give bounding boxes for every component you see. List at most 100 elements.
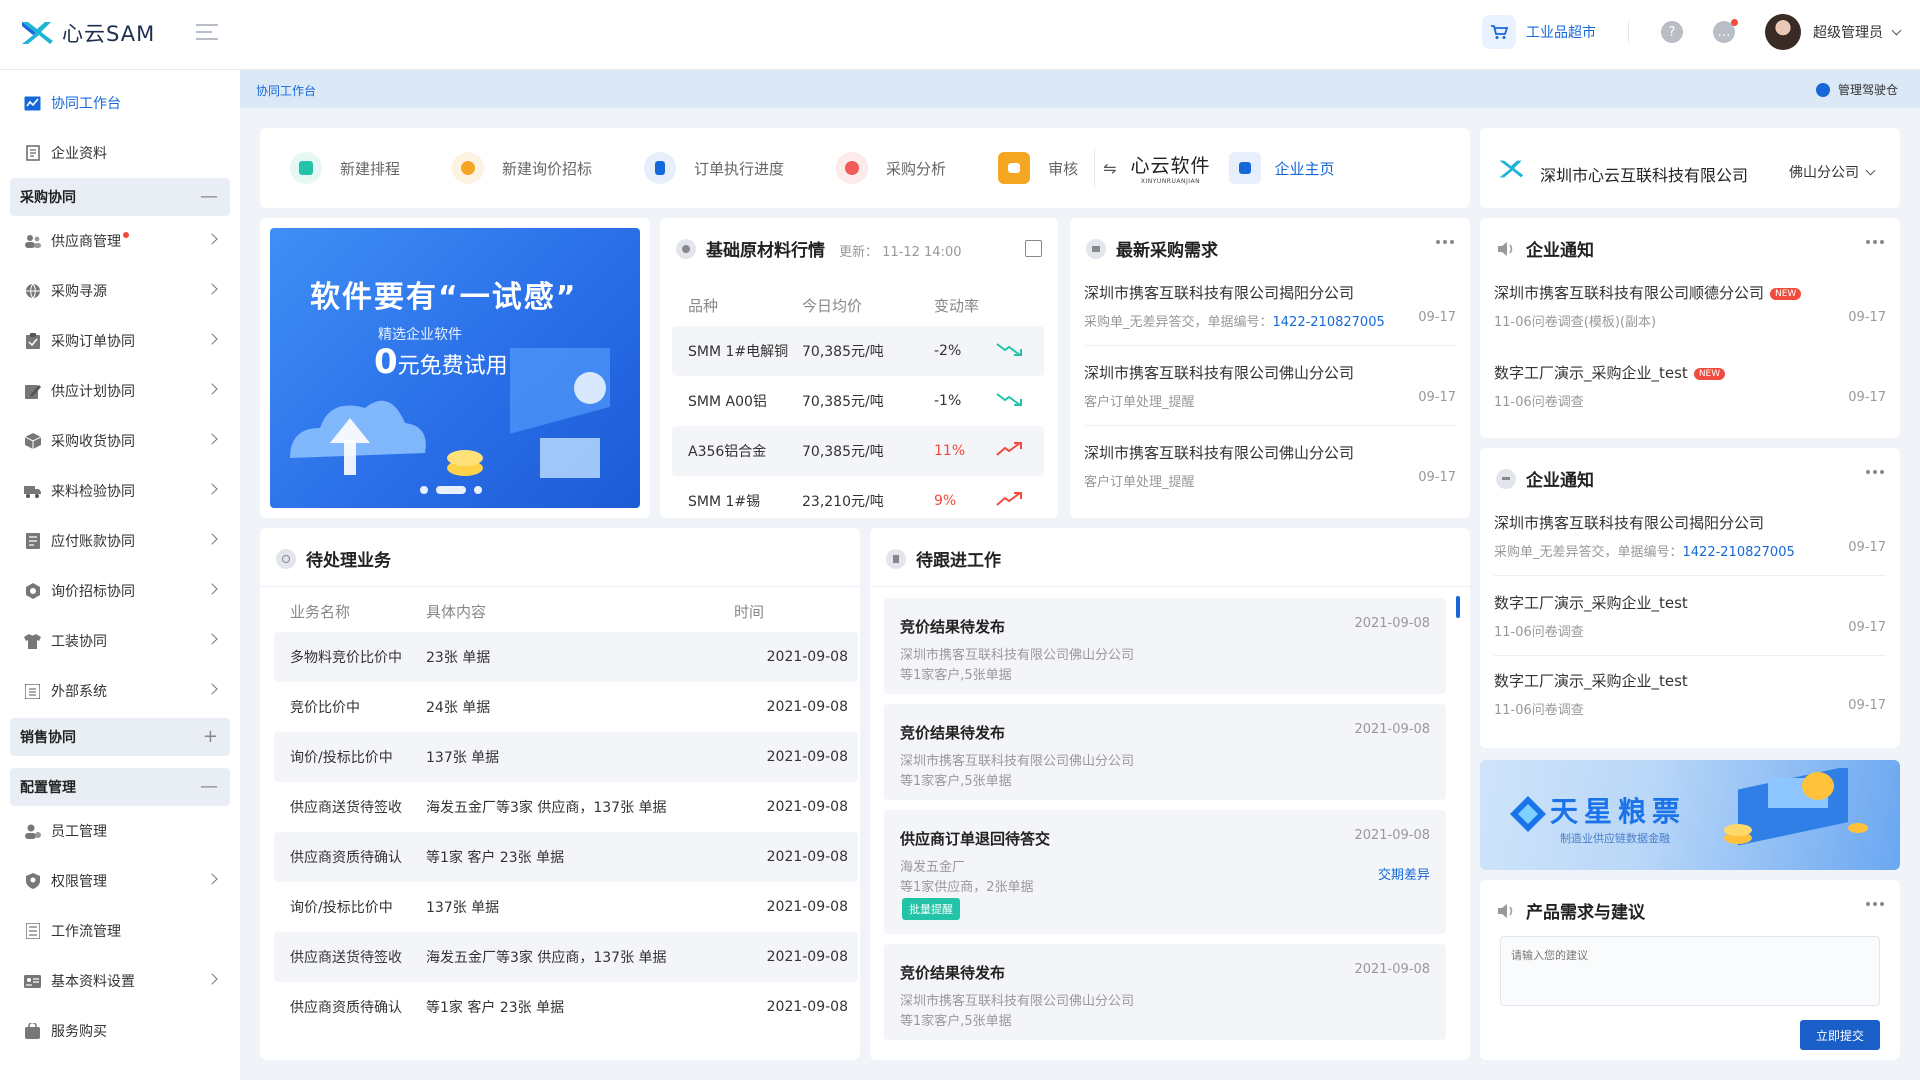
table-row[interactable]: 供应商资质待确认 等1家 客户 23张 单据 2021-09-08 — [274, 832, 858, 882]
sidebar-item-payables[interactable]: 应付账款协同 — [0, 516, 240, 566]
collapse-icon[interactable]: — — [200, 778, 218, 796]
quick-action-new-schedule[interactable]: 新建排程 — [290, 152, 400, 184]
avatar[interactable] — [1765, 14, 1801, 50]
edit-icon[interactable] — [1025, 240, 1042, 257]
sidebar-group-sales[interactable]: 销售协同 + — [10, 718, 230, 756]
more-icon[interactable] — [1863, 902, 1884, 906]
table-row[interactable]: 询价/投标比价中 137张 单据 2021-09-08 — [274, 732, 858, 782]
sidebar-item-supplier-management[interactable]: 供应商管理 — [0, 216, 240, 266]
menu-toggle-icon[interactable] — [196, 24, 218, 44]
collapse-icon[interactable]: — — [200, 188, 218, 206]
sidebar-item-service-purchase[interactable]: 服务购买 — [0, 1006, 240, 1056]
sidebar-item-employees[interactable]: 员工管理 — [0, 806, 240, 856]
more-icon[interactable] — [1863, 470, 1884, 474]
swap-icon[interactable]: ⇋ — [1103, 159, 1116, 178]
sidebar-item-workbench[interactable]: 协同工作台 — [0, 78, 240, 128]
notice-item-sub: 11-06问卷调查 — [1494, 395, 1584, 410]
promo-banner[interactable]: 软件要有“一试感” 精选企业软件 0元免费试用 — [270, 228, 640, 508]
building-icon — [1228, 152, 1261, 184]
list-item[interactable]: 深圳市携客互联科技有限公司揭阳分公司 采购单_无差异答交，单据编号：1422-21… — [1084, 266, 1456, 346]
table-row[interactable]: SMM 1#锡 23,210元/吨 9% — [672, 476, 1044, 526]
help-icon[interactable]: ? — [1661, 21, 1683, 43]
list-item[interactable]: 数字工厂演示_采购企业_test 11-06问卷调查 09-17 — [1494, 654, 1886, 734]
sidebar-item-permissions[interactable]: 权限管理 — [0, 856, 240, 906]
submit-button[interactable]: 立即提交 — [1800, 1020, 1880, 1050]
list-item[interactable]: 深圳市携客互联科技有限公司顺德分公司 NEW 11-06问卷调查(模板)(副本) 09… — [1494, 266, 1886, 346]
need-doc-link[interactable]: 1422-210827005 — [1273, 315, 1385, 330]
trend-up-icon — [996, 441, 1044, 461]
scrollbar[interactable] — [1456, 596, 1460, 618]
sidebar-item-basic-data[interactable]: 基本资料设置 — [0, 956, 240, 1006]
message-icon[interactable]: … — [1713, 19, 1738, 43]
table-row[interactable]: 竞价比价中 24张 单据 2021-09-08 — [274, 682, 858, 732]
sidebar-item-tooling[interactable]: 工装协同 — [0, 616, 240, 666]
list-item[interactable]: 深圳市携客互联科技有限公司揭阳分公司 采购单_无差异答交，单据编号：1422-21… — [1494, 496, 1886, 576]
expand-icon[interactable]: + — [203, 728, 218, 746]
table-row[interactable]: SMM A00铝 70,385元/吨 -1% — [672, 376, 1044, 426]
list-item[interactable]: 竞价结果待发布 2021-09-08 深圳市携客互联科技有限公司佛山分公司 等1家客户… — [884, 704, 1446, 800]
sidebar-item-company-profile[interactable]: 企业资料 — [0, 128, 240, 178]
company-homepage-link[interactable]: 企业主页 — [1228, 152, 1335, 184]
sidebar-item-workflow[interactable]: 工作流管理 — [0, 906, 240, 956]
business-content: 等1家 客户 23张 单据 — [426, 1000, 565, 1016]
suggestion-input[interactable] — [1500, 936, 1880, 1006]
shield-icon — [24, 873, 41, 890]
quick-action-purchase-analysis[interactable]: 采购分析 — [836, 152, 946, 184]
breadcrumb-current[interactable]: 协同工作台 — [256, 82, 316, 99]
followup-item-line1: 海发五金厂 — [900, 860, 966, 875]
table-row[interactable]: 供应商送货待签收 海发五金厂等3家 供应商，137张 单据 2021-09-08 — [274, 782, 858, 832]
app-logo[interactable]: 心云SAM — [20, 18, 155, 48]
quick-action-order-progress[interactable]: 订单执行进度 — [644, 152, 784, 184]
sidebar-item-purchase-orders[interactable]: 采购订单协同 — [0, 316, 240, 366]
quick-action-new-inquiry[interactable]: 新建询价招标 — [452, 152, 592, 184]
cockpit-link[interactable]: 管理驾驶仓 — [1815, 81, 1898, 98]
notice-title: 企业通知 — [1496, 466, 1594, 491]
quick-action-label: 订单执行进度 — [694, 159, 785, 178]
sidebar-item-supply-plan[interactable]: 供应计划协同 — [0, 366, 240, 416]
sidebar-group-config[interactable]: 配置管理 — — [10, 768, 230, 806]
more-icon[interactable] — [1863, 240, 1884, 244]
table-row[interactable]: SMM 1#电解铜 70,385元/吨 -2% — [672, 326, 1044, 376]
table-row[interactable]: 供应商送货待签收 海发五金厂等3家 供应商，137张 单据 2021-09-08 — [274, 932, 858, 982]
list-item[interactable]: 供应商订单退回待答交 2021-09-08 海发五金厂 等1家供应商，2张单据 交期差异… — [884, 810, 1446, 934]
list-item[interactable]: 数字工厂演示_采购企业_test NEW 11-06问卷调查 09-17 — [1494, 346, 1886, 426]
sidebar-item-sourcing[interactable]: 采购寻源 — [0, 266, 240, 316]
carousel-dot-active[interactable] — [436, 486, 466, 494]
notice-title-text: 企业通知 — [1526, 471, 1594, 491]
industrial-market-link[interactable]: 工业品超市 — [1526, 22, 1596, 42]
list-item[interactable]: 数字工厂演示_采购企业_test 11-06问卷调查 09-17 — [1494, 576, 1886, 656]
list-item[interactable]: 深圳市携客互联科技有限公司佛山分公司 客户订单处理_提醒 09-17 — [1084, 346, 1456, 426]
banner-offer-big: 0 — [374, 342, 398, 382]
chevron-right-icon — [206, 483, 218, 495]
carousel-dot[interactable] — [420, 486, 428, 494]
notice-doc-link[interactable]: 1422-210827005 — [1683, 545, 1795, 560]
chevron-down-icon[interactable] — [1891, 25, 1902, 35]
carousel-dot[interactable] — [474, 486, 482, 494]
sidebar-item-tender[interactable]: 询价招标协同 — [0, 566, 240, 616]
sidebar-item-receiving[interactable]: 采购收货协同 — [0, 416, 240, 466]
table-row[interactable]: 询价/投标比价中 137张 单据 2021-09-08 — [274, 882, 858, 932]
sidebar-group-procurement[interactable]: 采购协同 — — [10, 178, 230, 216]
list-item[interactable]: 深圳市携客互联科技有限公司佛山分公司 客户订单处理_提醒 09-17 — [1084, 426, 1456, 506]
batch-remind-button[interactable]: 批量提醒 — [902, 898, 960, 920]
list-item[interactable]: 竞价结果待发布 2021-09-08 深圳市携客互联科技有限公司佛山分公司 等1家客户… — [884, 598, 1446, 694]
tianxing-banner[interactable]: 天星粮票 制造业供应链数据金融 — [1480, 760, 1900, 870]
username[interactable]: 超级管理员 — [1813, 22, 1883, 42]
company-selector-card[interactable]: 深圳市心云互联科技有限公司 佛山分公司 — [1480, 128, 1900, 208]
table-row[interactable]: A356铝合金 70,385元/吨 11% — [672, 426, 1044, 476]
delivery-diff-link[interactable]: 交期差异 — [1378, 864, 1430, 883]
table-row[interactable]: 多物料竞价比价中 23张 单据 2021-09-08 — [274, 632, 858, 682]
column-header: 具体内容 — [426, 602, 487, 621]
needs-title: 最新采购需求 — [1086, 236, 1218, 261]
carousel-dots[interactable] — [420, 486, 490, 494]
table-row[interactable]: 供应商资质待确认 等1家 客户 23张 单据 2021-09-08 — [274, 982, 858, 1032]
cart-icon[interactable] — [1482, 15, 1516, 49]
sidebar-item-inspection[interactable]: 来料检验协同 — [0, 466, 240, 516]
quick-action-review[interactable]: 审核 — [998, 152, 1078, 184]
need-date: 09-17 — [1418, 310, 1456, 325]
company-name: 深圳市心云互联科技有限公司 — [1540, 166, 1749, 185]
list-item[interactable]: 竞价结果待发布 2021-09-08 深圳市携客互联科技有限公司佛山分公司 等1家客户… — [884, 944, 1446, 1040]
more-icon[interactable] — [1433, 240, 1454, 244]
branch-selector[interactable]: 佛山分公司 — [1789, 162, 1876, 182]
sidebar-item-external-systems[interactable]: 外部系统 — [0, 666, 240, 716]
